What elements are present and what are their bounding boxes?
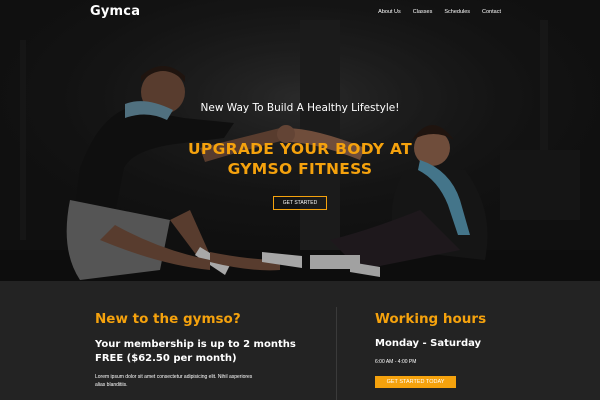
membership-offer-line-2: FREE ($62.50 per month) xyxy=(95,353,237,364)
get-started-button[interactable]: GET STARTED xyxy=(273,196,327,210)
hero-headline-line-1: UPGRADE YOUR BODY AT xyxy=(188,140,412,158)
membership-description-line-1: Lorem ipsum dolor sit amet consectetur a… xyxy=(95,374,253,380)
column-divider xyxy=(336,307,337,400)
working-days: Monday - Saturday xyxy=(375,338,482,349)
hero-headline-line-2: GYMSO FITNESS xyxy=(227,160,373,178)
hero-headline: UPGRADE YOUR BODY AT GYMSO FITNESS xyxy=(0,139,600,179)
landing-page: Gymca About Us Classes Schedules Contact… xyxy=(0,0,600,400)
membership-description: Lorem ipsum dolor sit amet consectetur a… xyxy=(95,373,320,389)
membership-description-line-2: alias blanditiis. xyxy=(95,382,128,388)
membership-offer-line-1: Your membership is up to 2 months xyxy=(95,339,296,350)
new-member-title: New to the gymso? xyxy=(95,311,241,327)
working-hours-title: Working hours xyxy=(375,311,487,327)
hero-section: Gymca About Us Classes Schedules Contact… xyxy=(0,0,600,281)
hero-tagline: New Way To Build A Healthy Lifestyle! xyxy=(200,102,400,114)
hero-content: New Way To Build A Healthy Lifestyle! UP… xyxy=(0,0,600,281)
info-section: New to the gymso? Your membership is up … xyxy=(0,281,600,400)
membership-offer: Your membership is up to 2 months FREE (… xyxy=(95,338,325,366)
working-hours-time: 6:00 AM - 4:00 PM xyxy=(375,359,417,365)
get-started-today-button[interactable]: GET STARTED TODAY xyxy=(375,376,456,388)
